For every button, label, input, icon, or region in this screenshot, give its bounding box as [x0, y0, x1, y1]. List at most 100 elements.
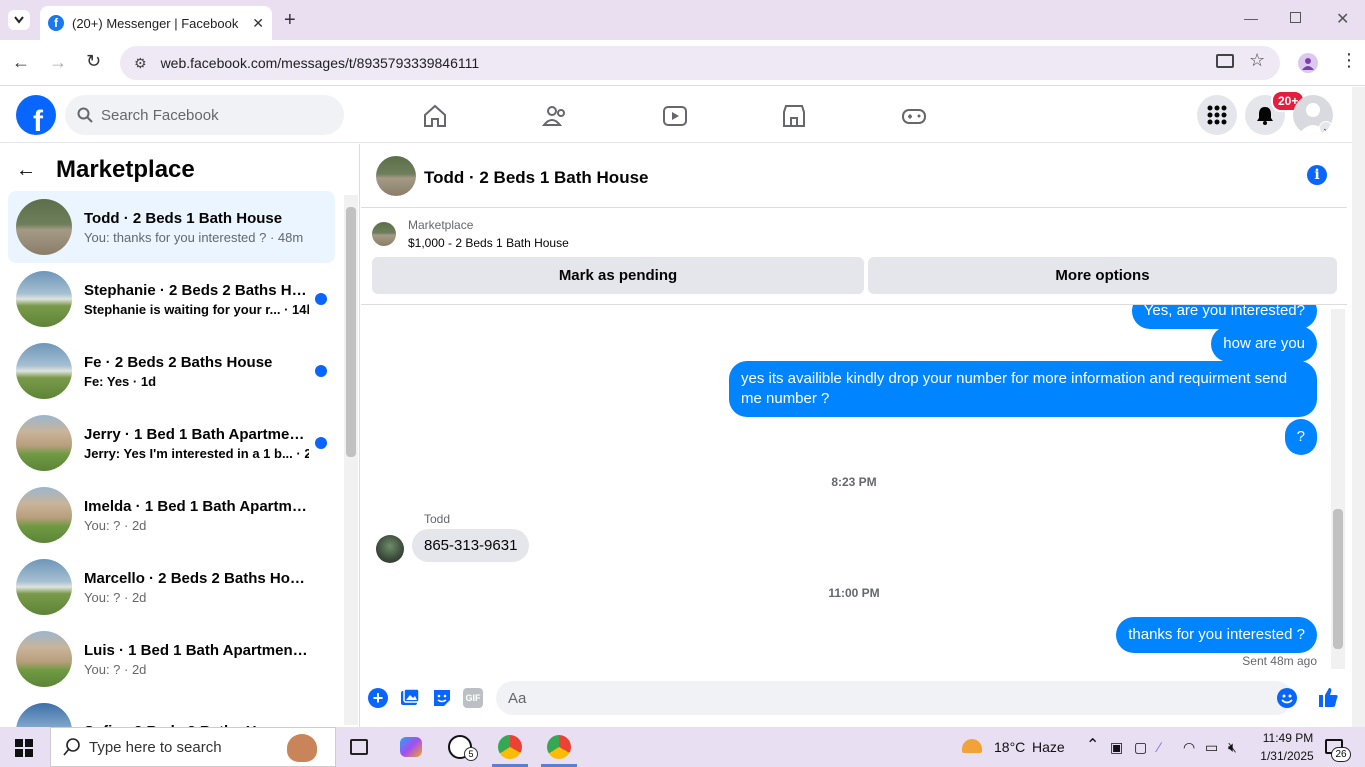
taskbar-search-input[interactable]: Type here to search [50, 727, 336, 767]
listing-label: Marketplace [408, 218, 474, 232]
left-scrollbar[interactable] [344, 195, 358, 725]
back-arrow-icon[interactable]: ← [16, 159, 36, 182]
page-scrollbar[interactable] [1352, 87, 1365, 727]
volume-muted-icon[interactable]: 🔇︎ [1228, 739, 1237, 756]
conversation-text: Fe · 2 Beds 2 Baths House Fe: Yes · 1d [84, 354, 309, 389]
chrome-profile-icon[interactable] [547, 735, 571, 759]
account-avatar[interactable]: ⌄ [1293, 95, 1333, 135]
site-info-icon[interactable]: ⚙ [134, 55, 147, 72]
marketplace-header: ← Marketplace [16, 156, 195, 184]
pen-icon[interactable]: ∕ [1158, 739, 1160, 755]
conversation-snippet: You: ? · 2d [84, 517, 147, 533]
message-placeholder: Aa [508, 689, 527, 707]
mark-as-pending-button[interactable]: Mark as pending [372, 257, 864, 294]
browser-tabbar: f (20+) Messenger | Facebook ✕ + — ✕ [0, 0, 1365, 40]
conversation-item[interactable]: Todd · 2 Beds 1 Bath House You: thanks fo… [8, 191, 335, 263]
conversation-text: Stephanie · 2 Beds 2 Baths Ho... Stephani… [84, 282, 309, 317]
address-bar[interactable]: ⚙ web.facebook.com/messages/t/8935793339… [120, 46, 1280, 80]
watch-video-icon[interactable] [662, 103, 688, 129]
restore-icon[interactable] [1290, 12, 1301, 23]
conversation-snippet: You: ? · 2d [84, 661, 147, 677]
tray-app-icon[interactable]: ▣ [1110, 739, 1123, 756]
conversation-item[interactable]: Luis · 1 Bed 1 Bath Apartment/c... You: ?… [8, 623, 335, 695]
conversation-list-panel: ← Marketplace Todd · 2 Beds 1 Bath House… [0, 144, 360, 727]
add-more-icon[interactable]: + [368, 688, 388, 708]
windows-start-icon[interactable] [15, 739, 33, 757]
conversation-item[interactable]: Imelda · 1 Bed 1 Bath Apartment... You: ?… [8, 479, 335, 551]
sent-status: Sent 48m ago [1242, 654, 1317, 668]
search-icon [63, 738, 80, 756]
info-icon[interactable]: i [1307, 165, 1327, 185]
tray-app-icon[interactable]: ▢ [1134, 739, 1147, 756]
conversation-snippet: You: ? · 2d [84, 589, 147, 605]
facebook-logo-icon[interactable]: f [16, 95, 56, 135]
weather-icon[interactable] [962, 739, 982, 753]
listing-thumbnail [16, 415, 72, 471]
message-outgoing[interactable]: yes its availible kindly drop your numbe… [729, 361, 1317, 417]
listing-price[interactable]: $1,000 - 2 Beds 1 Bath House [408, 236, 569, 250]
battery-icon[interactable]: ▭ [1205, 739, 1218, 756]
install-app-icon[interactable] [1216, 54, 1234, 68]
bookmark-star-icon[interactable]: ☆ [1249, 50, 1265, 71]
menu-grid-button[interactable] [1197, 95, 1237, 135]
weather-desc[interactable]: Haze [1032, 739, 1065, 755]
more-options-button[interactable]: More options [868, 257, 1337, 294]
gaming-icon[interactable] [901, 103, 927, 129]
message-incoming[interactable]: 865-313-9631 [412, 529, 530, 562]
clock-date[interactable]: 1/31/2025 [1254, 749, 1320, 763]
wifi-icon[interactable]: ◠ [1183, 739, 1195, 756]
marketplace-icon[interactable] [781, 103, 807, 129]
like-thumbs-up-icon[interactable] [1317, 686, 1339, 708]
conversation-item[interactable]: Stephanie · 2 Beds 2 Baths Ho... Stephani… [8, 263, 335, 335]
left-scrollbar-thumb[interactable] [346, 207, 356, 457]
home-icon[interactable] [422, 103, 448, 129]
reload-icon[interactable]: ↻ [86, 51, 101, 72]
browser-toolbar: ← → ↻ ⚙ web.facebook.com/messages/t/8935… [0, 40, 1365, 86]
close-tab-icon[interactable]: ✕ [252, 15, 264, 32]
task-view-icon[interactable] [350, 739, 368, 755]
facebook-search-input[interactable]: Search Facebook [65, 95, 344, 135]
forward-icon[interactable]: → [49, 52, 67, 73]
close-window-icon[interactable]: ✕ [1336, 9, 1349, 29]
chat-avatar[interactable] [376, 156, 416, 196]
conversation-name: Fe · 2 Beds 2 Baths House [84, 353, 273, 371]
conversation-item[interactable]: Marcello · 2 Beds 2 Baths House You: ? · … [8, 551, 335, 623]
chat-scrollbar[interactable] [1331, 309, 1345, 669]
copilot-icon[interactable] [400, 737, 422, 757]
unread-dot-icon [315, 293, 327, 305]
message-outgoing[interactable]: thanks for you interested ? [1116, 617, 1317, 653]
chevron-up-icon[interactable]: ⌃ [1086, 735, 1099, 755]
conversation-item[interactable]: Fe · 2 Beds 2 Baths House Fe: Yes · 1d [8, 335, 335, 407]
emoji-icon[interactable] [1277, 688, 1297, 708]
chrome-icon[interactable] [498, 735, 522, 759]
profile-avatar-icon[interactable] [1298, 53, 1318, 73]
listing-thumbnail [16, 703, 72, 727]
message-outgoing[interactable]: how are you [1211, 326, 1317, 362]
message-thread: Yes, are you interested? how are you yes… [361, 305, 1347, 675]
chat-scrollbar-thumb[interactable] [1333, 509, 1343, 649]
chat-title[interactable]: Todd · 2 Beds 1 Bath House [424, 168, 649, 188]
sticker-icon[interactable] [432, 688, 452, 708]
search-highlight-icon [287, 734, 317, 762]
sender-avatar[interactable] [376, 535, 404, 563]
listing-thumbnail[interactable] [372, 222, 396, 246]
chat-header: Todd · 2 Beds 1 Bath House i [361, 144, 1347, 208]
photo-icon[interactable] [400, 688, 420, 708]
gif-icon[interactable]: GIF [463, 688, 483, 708]
tab-list-chevron-icon[interactable] [8, 10, 30, 30]
browser-tab-active[interactable]: f (20+) Messenger | Facebook ✕ [40, 6, 272, 40]
conversation-item[interactable]: Sofia · 2 Beds 2 Baths House [8, 695, 335, 727]
minimize-icon[interactable]: — [1244, 10, 1258, 26]
browser-menu-icon[interactable]: ⋮ [1340, 50, 1358, 71]
conversation-name: Stephanie · 2 Beds 2 Baths Ho... [84, 281, 309, 299]
weather-temp[interactable]: 18°C [994, 739, 1025, 755]
listing-thumbnail [16, 271, 72, 327]
back-icon[interactable]: ← [12, 52, 30, 73]
message-outgoing[interactable]: ? [1284, 419, 1317, 455]
friends-icon[interactable] [542, 103, 568, 129]
conversation-item[interactable]: Jerry · 1 Bed 1 Bath Apartment... Jerry: … [8, 407, 335, 479]
new-tab-icon[interactable]: + [284, 9, 296, 32]
message-input[interactable]: Aa [496, 681, 1293, 715]
clock-time[interactable]: 11:49 PM [1258, 731, 1318, 745]
facebook-header: f Search Facebook 20+ ⌄ [0, 87, 1352, 143]
